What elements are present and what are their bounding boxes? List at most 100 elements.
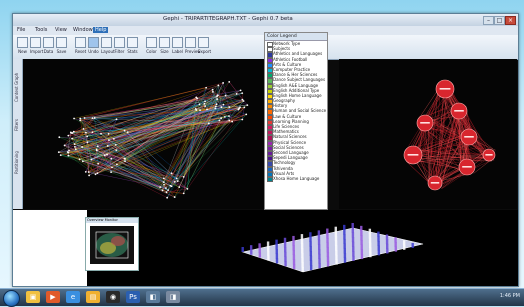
graph-node[interactable] <box>95 173 97 175</box>
graph-node[interactable] <box>215 108 217 110</box>
menu-help[interactable]: Help <box>93 27 108 33</box>
graph-node[interactable] <box>171 172 173 174</box>
graph-node[interactable] <box>111 166 113 168</box>
tab-context-graph[interactable]: Context Graph <box>14 67 21 107</box>
graph-node[interactable] <box>215 105 217 107</box>
color-legend[interactable]: Color Legend Network TypeSubjectsAthleti… <box>264 32 328 210</box>
close-button[interactable]: × <box>505 16 516 25</box>
grid-3d-view[interactable] <box>213 210 443 286</box>
graph-node[interactable] <box>115 149 117 151</box>
menu-window[interactable]: Window <box>71 27 95 33</box>
graph-node[interactable] <box>85 132 87 134</box>
graph-node[interactable] <box>195 96 197 98</box>
graph-node[interactable] <box>70 132 72 134</box>
graph-node[interactable] <box>73 118 75 120</box>
graph-node[interactable] <box>124 158 126 160</box>
graph-node[interactable] <box>81 146 83 148</box>
tab-filters[interactable]: Filters <box>14 111 21 139</box>
graph-node[interactable] <box>177 180 179 182</box>
main-graph-view[interactable] <box>23 59 288 209</box>
app-icon[interactable]: ◨ <box>166 291 180 303</box>
graph-node[interactable] <box>82 160 84 162</box>
graph-node[interactable] <box>228 115 230 117</box>
cluster-graph-view[interactable] <box>339 59 517 209</box>
graph-node[interactable] <box>91 131 93 133</box>
graph-node[interactable] <box>206 109 208 111</box>
graph-node[interactable] <box>204 100 206 102</box>
graph-node[interactable] <box>174 196 176 198</box>
graph-node[interactable] <box>241 119 243 121</box>
graph-node[interactable] <box>97 163 99 165</box>
graph-node[interactable] <box>243 106 245 108</box>
graph-node[interactable] <box>85 171 87 173</box>
graph-node[interactable] <box>216 103 218 105</box>
graph-node[interactable] <box>220 106 222 108</box>
graph-node[interactable] <box>239 106 241 108</box>
graph-node[interactable] <box>205 87 207 89</box>
graph-node[interactable] <box>228 106 230 108</box>
ribbon-button-reset[interactable]: Reset <box>75 37 86 54</box>
graph-node[interactable] <box>87 141 89 143</box>
graph-node[interactable] <box>58 136 60 138</box>
ribbon-button-export[interactable]: Export <box>198 37 209 54</box>
graph-node[interactable] <box>199 103 201 105</box>
menu-view[interactable]: View <box>53 27 69 33</box>
graph-node[interactable] <box>94 117 96 119</box>
graph-node[interactable] <box>236 93 238 95</box>
graph-node[interactable] <box>86 136 88 138</box>
ribbon-button-size[interactable]: Size <box>159 37 170 54</box>
graph-node[interactable] <box>170 185 172 187</box>
graph-node[interactable] <box>108 133 110 135</box>
graph-node[interactable] <box>116 118 118 120</box>
graph-node[interactable] <box>108 139 110 141</box>
graph-node[interactable] <box>74 143 76 145</box>
folder-icon[interactable]: ▤ <box>86 291 100 303</box>
graph-node[interactable] <box>228 120 230 122</box>
graph-node[interactable] <box>217 94 219 96</box>
ribbon-button-save[interactable]: Save <box>56 37 67 54</box>
ribbon-button-stats[interactable]: Stats <box>127 37 138 54</box>
graph-node[interactable] <box>231 121 233 123</box>
ribbon-button-preview[interactable]: Preview <box>185 37 196 54</box>
graph-node[interactable] <box>71 138 73 140</box>
graph-node[interactable] <box>199 109 201 111</box>
graph-node[interactable] <box>96 172 98 174</box>
media-player-icon[interactable]: ▶ <box>46 291 60 303</box>
graph-node[interactable] <box>100 133 102 135</box>
graph-node[interactable] <box>92 117 94 119</box>
graph-node[interactable] <box>106 154 108 156</box>
graph-node[interactable] <box>176 177 178 179</box>
graph-node[interactable] <box>97 145 99 147</box>
minimize-button[interactable]: – <box>483 16 494 25</box>
legend-item[interactable]: Xhosa Home Language <box>265 176 327 181</box>
graph-node[interactable] <box>73 131 75 133</box>
graph-node[interactable] <box>75 148 77 150</box>
graph-node[interactable] <box>166 197 168 199</box>
graph-node[interactable] <box>163 184 165 186</box>
ribbon-button-filter[interactable]: Filter <box>114 37 125 54</box>
ribbon-button-undo[interactable]: Undo <box>88 37 99 54</box>
menu-file[interactable]: File <box>15 27 27 33</box>
graph-node[interactable] <box>74 146 76 148</box>
explorer-icon[interactable]: ▣ <box>26 291 40 303</box>
tab-partitioning[interactable]: Partitioning <box>14 143 21 183</box>
graph-node[interactable] <box>107 145 109 147</box>
internet-explorer-icon[interactable]: e <box>66 291 80 303</box>
cluster-graph[interactable] <box>339 59 517 209</box>
graph-node[interactable] <box>216 98 218 100</box>
gephi-icon[interactable]: ◉ <box>106 291 120 303</box>
graph-node[interactable] <box>183 176 185 178</box>
ribbon-button-new[interactable]: New <box>17 37 28 54</box>
ribbon-button-label[interactable]: Label <box>172 37 183 54</box>
ribbon-button-layout[interactable]: Layout <box>101 37 112 54</box>
graph-node[interactable] <box>241 92 243 94</box>
graph-node[interactable] <box>178 186 180 188</box>
graph-node[interactable] <box>67 152 69 154</box>
graph-node[interactable] <box>116 163 118 165</box>
graph-node[interactable] <box>246 104 248 106</box>
graph-node[interactable] <box>84 117 86 119</box>
graph-node[interactable] <box>162 189 164 191</box>
graph-node[interactable] <box>228 81 230 83</box>
graph-node[interactable] <box>220 117 222 119</box>
graph-node[interactable] <box>224 116 226 118</box>
